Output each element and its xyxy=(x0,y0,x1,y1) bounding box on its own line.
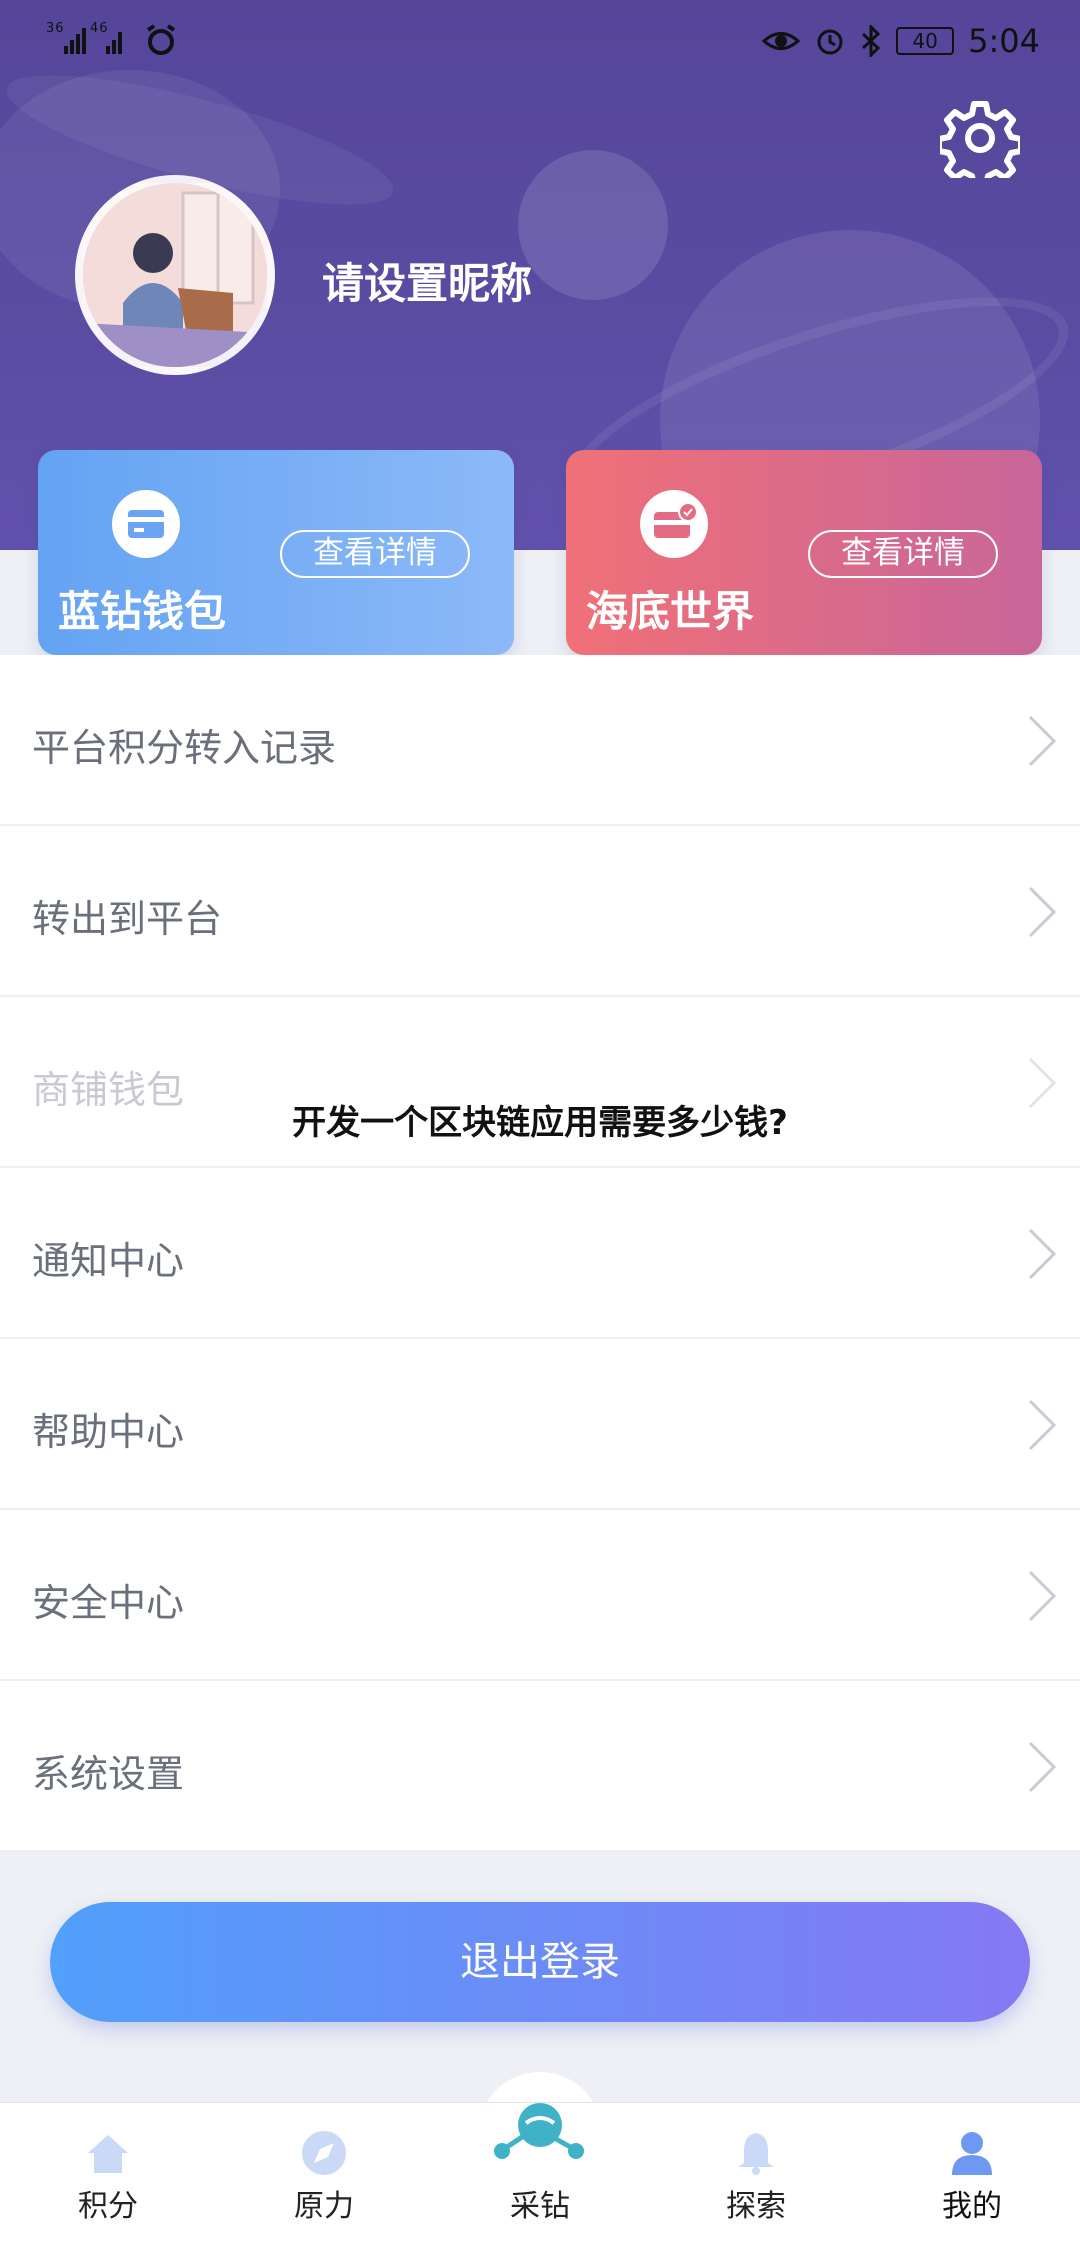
avatar[interactable] xyxy=(75,175,275,375)
svg-text:36: 36 xyxy=(46,21,65,36)
tab-label: 积分 xyxy=(78,2189,138,2224)
avatar-illustration xyxy=(83,183,267,367)
menu-item-security[interactable]: 安全中心 xyxy=(0,1510,1080,1681)
tab-force[interactable]: 原力 xyxy=(216,2103,432,2244)
status-time: 5:04 xyxy=(968,22,1040,60)
tab-label: 采钻 xyxy=(510,2189,570,2224)
ticket-icon xyxy=(640,490,708,558)
tab-explore[interactable]: 探索 xyxy=(648,2103,864,2244)
status-bar: 36 46 40 5:04 xyxy=(0,0,1080,80)
tab-points[interactable]: 积分 xyxy=(0,2103,216,2244)
chevron-right-icon xyxy=(1028,1399,1057,1451)
profile-page: 36 46 40 5:04 请设置昵称 蓝钻钱包 查看详情 海底世界 查看详情 … xyxy=(0,0,1080,2244)
settings-menu: 平台积分转入记录 转出到平台 商铺钱包 通知中心 帮助中心 安全中心 系统设置 xyxy=(0,655,1080,1852)
compass-icon xyxy=(302,2131,346,2175)
ocean-detail-button[interactable]: 查看详情 xyxy=(808,530,998,578)
menu-item-notifications[interactable]: 通知中心 xyxy=(0,1168,1080,1339)
chevron-right-icon xyxy=(1028,715,1057,767)
tab-mining[interactable]: 采钻 xyxy=(432,2103,648,2244)
tab-label: 我的 xyxy=(942,2189,1002,2224)
tab-mine[interactable]: 我的 xyxy=(864,2103,1080,2244)
nickname-label[interactable]: 请设置昵称 xyxy=(322,250,532,311)
menu-item-label: 系统设置 xyxy=(32,1752,185,1796)
signal-icon: 36 46 xyxy=(46,21,122,54)
decor-moon xyxy=(518,150,668,300)
wallet-card-title: 蓝钻钱包 xyxy=(58,587,227,636)
chevron-right-icon xyxy=(1028,886,1057,938)
status-right: 40 5:04 xyxy=(762,22,1040,60)
menu-item-help[interactable]: 帮助中心 xyxy=(0,1339,1080,1510)
home-icon xyxy=(88,2135,128,2173)
chevron-right-icon xyxy=(1028,1570,1057,1622)
overlay-caption: 开发一个区块链应用需要多少钱? xyxy=(292,1103,788,1143)
wallet-detail-button[interactable]: 查看详情 xyxy=(280,530,470,578)
wallet-card[interactable]: 蓝钻钱包 查看详情 xyxy=(38,450,514,655)
ocean-card-title: 海底世界 xyxy=(586,587,755,636)
alarm-app-icon xyxy=(147,24,176,55)
network-indicator: 36 46 xyxy=(46,18,179,58)
menu-item-points-record[interactable]: 平台积分转入记录 xyxy=(0,655,1080,826)
eye-icon xyxy=(762,32,801,50)
chevron-right-icon xyxy=(1028,1741,1057,1793)
tab-label: 探索 xyxy=(726,2189,786,2224)
bluetooth-icon xyxy=(862,25,881,57)
logout-button[interactable]: 退出登录 xyxy=(50,1902,1030,2022)
bottom-tabbar: 积分 原力 采钻 探索 我的 xyxy=(0,2102,1080,2244)
alarm-icon xyxy=(817,29,843,55)
tab-label: 原力 xyxy=(294,2189,354,2224)
chevron-right-icon xyxy=(1028,1228,1057,1280)
menu-item-label: 安全中心 xyxy=(32,1581,185,1625)
menu-item-label: 转出到平台 xyxy=(32,897,223,941)
card-icon xyxy=(112,490,180,558)
menu-item-transfer-out[interactable]: 转出到平台 xyxy=(0,826,1080,997)
menu-item-label: 通知中心 xyxy=(32,1239,185,1283)
ocean-world-card[interactable]: 海底世界 查看详情 xyxy=(566,450,1042,655)
mining-icon xyxy=(494,2103,584,2159)
user-icon xyxy=(952,2132,992,2175)
settings-gear-icon[interactable] xyxy=(940,98,1020,178)
svg-text:46: 46 xyxy=(90,21,109,36)
menu-item-label: 帮助中心 xyxy=(32,1410,185,1454)
bell-icon xyxy=(738,2133,774,2175)
menu-item-label: 平台积分转入记录 xyxy=(32,726,337,770)
battery-indicator: 40 xyxy=(896,27,955,55)
menu-item-system-settings[interactable]: 系统设置 xyxy=(0,1681,1080,1852)
